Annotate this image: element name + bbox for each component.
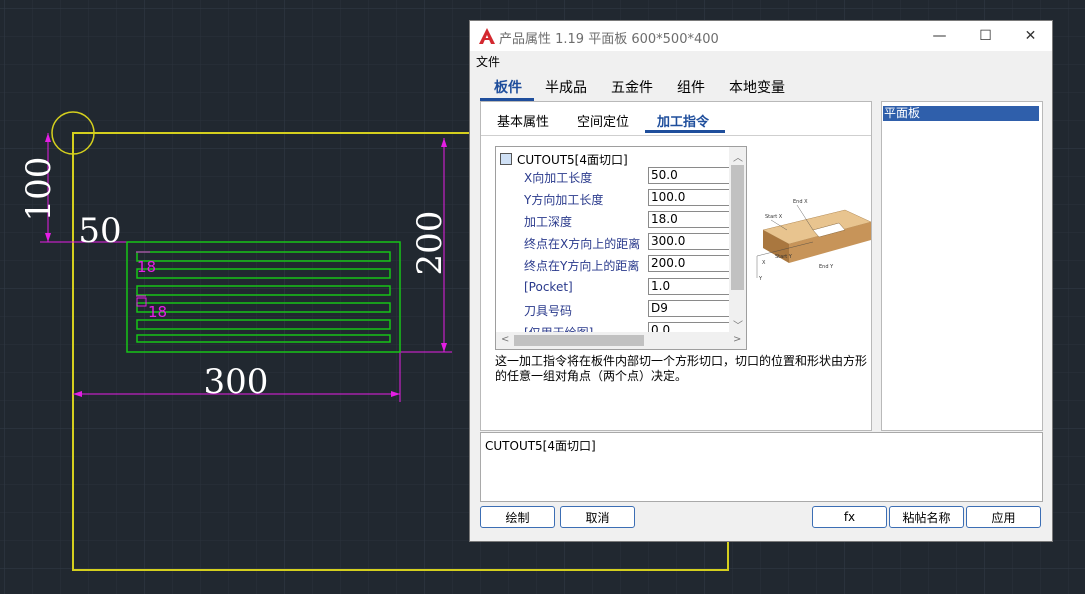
paste-name-button[interactable]: 粘帖名称 (889, 506, 964, 528)
product-properties-dialog[interactable]: 产品属性 1.19 平面板 600*500*400 — ☐ ✕ 文件 板件 半成… (469, 20, 1053, 542)
prop-row: 加工深度 18.0 (496, 209, 730, 231)
menu-bar: 文件 (470, 51, 1052, 71)
prop-row: Y方向加工长度 100.0 (496, 187, 730, 209)
dim-100-label: 100 (19, 157, 59, 222)
command-description: 这一加工指令将在板件内部切一个方形切口，切口的位置和形状由方形的任意一组对角点（… (495, 354, 868, 383)
close-icon: ✕ (1024, 28, 1037, 44)
prop-label: 终点在X方向上的距离 (524, 237, 641, 251)
prop-label: Y方向加工长度 (524, 193, 604, 207)
tab-semi-finished[interactable]: 半成品 (545, 77, 587, 97)
subtab-basic-properties[interactable]: 基本属性 (497, 111, 549, 130)
autocad-logo-icon (479, 28, 495, 44)
prop-row: [Pocket] 1.0 (496, 276, 730, 298)
command-output-text: CUTOUT5[4面切口] (485, 439, 596, 453)
preview-x-label: X (762, 260, 766, 266)
grid-vertical-thumb[interactable] (731, 165, 744, 290)
maximize-icon: ☐ (979, 28, 992, 44)
prop-row: 终点在X方向上的距离 300.0 (496, 231, 730, 253)
dim-200-label: 200 (410, 211, 450, 276)
prop-value-input[interactable]: D9 (648, 300, 730, 317)
title-bar[interactable]: 产品属性 1.19 平面板 600*500*400 — ☐ ✕ (470, 21, 1052, 51)
subtab-divider (481, 135, 871, 136)
pitch-a-label: 18 (137, 258, 156, 276)
grid-vertical-scrollbar[interactable]: ︿ ﹀ (729, 147, 746, 333)
list-item-selected[interactable]: 平面板 (883, 106, 1039, 121)
subtab-machining-commands[interactable]: 加工指令 (657, 111, 709, 130)
prop-value-input[interactable]: 100.0 (648, 189, 730, 206)
scroll-right-icon[interactable]: > (733, 334, 741, 345)
prop-row: 刀具号码 D9 (496, 298, 730, 320)
prop-label: [Pocket] (524, 280, 573, 294)
collapse-checkbox-icon[interactable] (500, 153, 512, 165)
maximize-button[interactable]: ☐ (963, 21, 1008, 51)
prop-label: 加工深度 (524, 215, 573, 229)
part-list[interactable]: 平面板 (881, 101, 1043, 431)
property-grid[interactable]: CUTOUT5[4面切口] X向加工长度 50.0 Y方向加工长度 100.0 … (495, 146, 747, 350)
prop-value-input[interactable]: 50.0 (648, 167, 730, 184)
tab-panel[interactable]: 板件 (494, 77, 522, 97)
apply-button[interactable]: 应用 (966, 506, 1041, 528)
tab-hardware[interactable]: 五金件 (611, 77, 653, 97)
cancel-button[interactable]: 取消 (560, 506, 635, 528)
prop-value-input[interactable]: 18.0 (648, 211, 730, 228)
prop-label: 终点在Y方向上的距离 (524, 259, 640, 273)
preview-end-y-label: End Y (819, 264, 834, 270)
pitch-b-label: 18 (148, 303, 167, 321)
subtab-spatial-positioning[interactable]: 空间定位 (577, 111, 629, 130)
scroll-up-icon[interactable]: ︿ (733, 149, 743, 164)
preview-start-y-label: Start Y (775, 254, 793, 260)
prop-label: 刀具号码 (524, 304, 573, 318)
prop-value-input[interactable]: 300.0 (648, 233, 730, 250)
tab-local-variables[interactable]: 本地变量 (729, 77, 785, 97)
menu-file[interactable]: 文件 (476, 53, 500, 70)
active-subtab-indicator (645, 130, 725, 133)
cutout-preview-image: End X Start X Start Y End Y X Y (756, 199, 872, 282)
fx-button[interactable]: fx (812, 506, 887, 528)
close-button[interactable]: ✕ (1008, 21, 1053, 51)
preview-start-x-label: Start X (765, 214, 783, 220)
grid-horizontal-thumb[interactable] (514, 335, 644, 346)
draw-button[interactable]: 绘制 (480, 506, 555, 528)
scroll-left-icon[interactable]: < (501, 334, 509, 345)
prop-value-input[interactable]: 1.0 (648, 278, 730, 295)
minimize-button[interactable]: — (917, 21, 962, 51)
prop-label: X向加工长度 (524, 171, 593, 185)
prop-row: X向加工长度 50.0 (496, 165, 730, 187)
preview-end-x-label: End X (793, 199, 808, 205)
prop-row: 终点在Y方向上的距离 200.0 (496, 253, 730, 275)
tab-assembly[interactable]: 组件 (677, 77, 705, 97)
dim-300-label: 300 (204, 362, 269, 402)
grid-horizontal-scrollbar[interactable]: < > (496, 332, 746, 349)
dim-50-label: 50 (78, 211, 121, 251)
window-title: 产品属性 1.19 平面板 600*500*400 (499, 32, 719, 47)
main-panel: 基本属性 空间定位 加工指令 CUTOUT5[4面切口] X向加工长度 50.0… (480, 101, 872, 431)
preview-y-label: Y (758, 276, 763, 282)
minimize-icon: — (932, 28, 947, 44)
command-output-box[interactable]: CUTOUT5[4面切口] (480, 432, 1043, 502)
scroll-down-icon[interactable]: ﹀ (733, 317, 743, 332)
prop-value-input[interactable]: 200.0 (648, 255, 730, 272)
